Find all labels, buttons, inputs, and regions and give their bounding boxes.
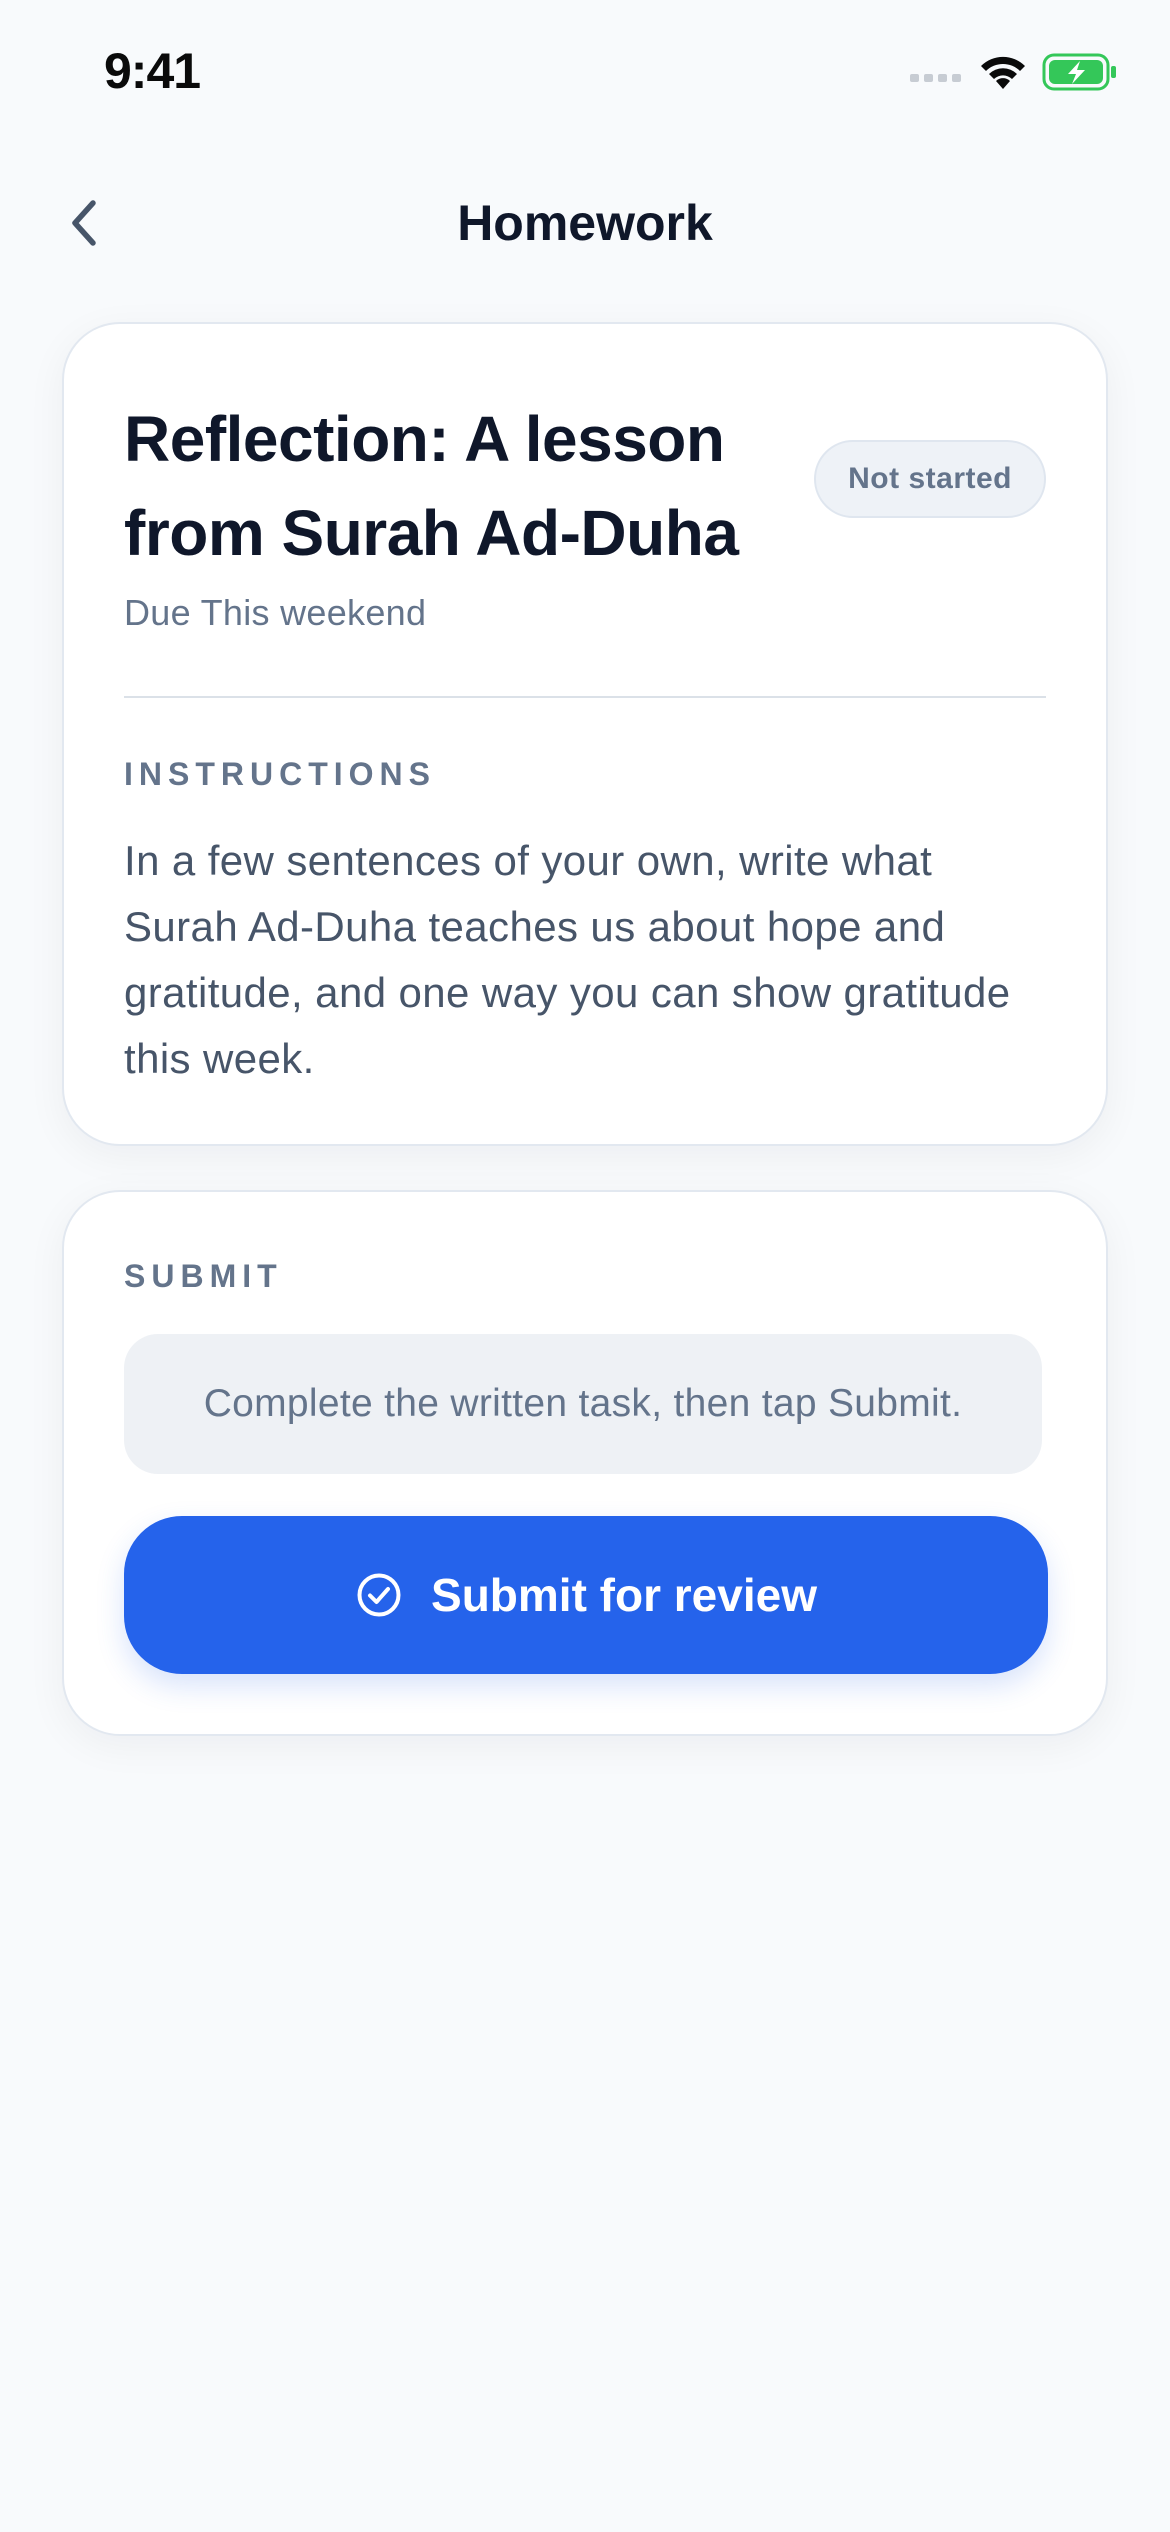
- submit-button-label: Submit for review: [431, 1569, 817, 1621]
- wifi-icon: [978, 53, 1028, 91]
- submit-hint: Complete the written task, then tap Subm…: [124, 1334, 1042, 1474]
- submit-for-review-button[interactable]: Submit for review: [124, 1516, 1048, 1674]
- homework-screen: 9:41 Homework Reflection: A lesson from …: [0, 0, 1170, 2532]
- page-title: Homework: [457, 195, 713, 251]
- instructions-text: In a few sentences of your own, write wh…: [124, 837, 1011, 1082]
- due-date: Due This weekend: [124, 592, 427, 633]
- divider: [124, 696, 1046, 698]
- assignment-card: Reflection: A lesson from Surah Ad-Duha …: [62, 322, 1108, 1146]
- navigation-bar: Homework: [0, 170, 1170, 280]
- cellular-signal-icon: [910, 62, 964, 82]
- check-circle-icon: [355, 1571, 403, 1619]
- submit-section-label: SUBMIT: [124, 1258, 283, 1294]
- battery-charging-icon: [1042, 52, 1118, 92]
- status-icons: [910, 52, 1118, 92]
- instructions-label: INSTRUCTIONS: [124, 756, 436, 792]
- assignment-title: Reflection: A lesson from Surah Ad-Duha: [124, 403, 739, 569]
- status-time: 9:41: [104, 43, 201, 99]
- submit-card: SUBMIT Complete the written task, then t…: [62, 1190, 1108, 1736]
- status-badge: Not started: [814, 440, 1046, 518]
- status-bar: 9:41: [0, 0, 1170, 150]
